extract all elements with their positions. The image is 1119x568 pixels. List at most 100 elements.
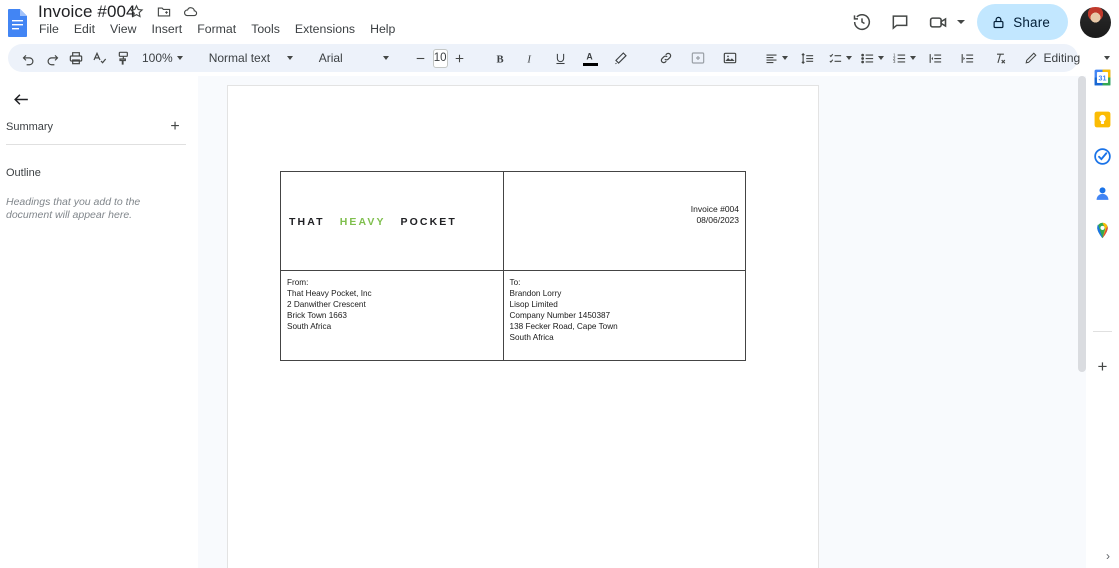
from-line-4: South Africa: [287, 321, 332, 331]
invoice-date: 08/06/2023: [696, 215, 739, 225]
chevron-down-icon: [909, 56, 916, 60]
insert-image-icon[interactable]: [718, 46, 742, 70]
chevron-down-icon[interactable]: [957, 20, 966, 24]
add-app-button[interactable]: +: [1091, 355, 1114, 378]
menu-edit[interactable]: Edit: [68, 20, 101, 38]
add-comment-icon[interactable]: [686, 46, 710, 70]
increase-font-size-button[interactable]: [448, 46, 472, 70]
invoice-meta-cell[interactable]: Invoice #004 08/06/2023: [502, 171, 747, 271]
document-title[interactable]: Invoice #004: [38, 2, 136, 22]
svg-text:A: A: [586, 52, 593, 62]
text-color-icon[interactable]: A: [579, 46, 603, 70]
font-family-value: Arial: [318, 51, 343, 65]
svg-text:31: 31: [1099, 75, 1107, 83]
google-docs-logo-icon[interactable]: [5, 8, 31, 38]
panel-divider: [6, 144, 186, 145]
pencil-icon: [1025, 52, 1037, 64]
company-logo-text: THAT HEAVY POCKET: [289, 216, 457, 228]
expand-panel-chevron-icon[interactable]: ›: [1100, 548, 1116, 564]
chevron-down-icon: [382, 56, 389, 60]
zoom-selector[interactable]: 100%: [136, 46, 189, 70]
clear-formatting-icon[interactable]: [988, 46, 1012, 70]
document-page[interactable]: THAT HEAVY POCKET Invoice #004 08/06/202…: [228, 86, 818, 568]
italic-icon[interactable]: I: [519, 46, 543, 70]
vertical-scrollbar[interactable]: [1078, 76, 1086, 568]
add-summary-button[interactable]: +: [164, 116, 186, 138]
to-address-cell[interactable]: To: Brandon Lorry Lisop Limited Company …: [502, 270, 747, 361]
font-family-selector[interactable]: Arial: [313, 46, 395, 70]
logo-word-2-accent: HEAVY: [339, 216, 386, 228]
cloud-saved-icon[interactable]: [182, 3, 199, 20]
menu-file[interactable]: File: [33, 20, 65, 38]
menu-tools[interactable]: Tools: [245, 20, 286, 38]
to-line-3: Company Number 1450387: [509, 310, 611, 320]
print-icon[interactable]: [64, 46, 88, 70]
move-to-folder-icon[interactable]: [155, 3, 172, 20]
line-spacing-icon[interactable]: [796, 46, 820, 70]
svg-text:B: B: [496, 54, 503, 65]
star-icon[interactable]: [128, 3, 145, 20]
outline-panel: Summary + Outline Headings that you add …: [0, 76, 198, 568]
summary-label: Summary: [6, 121, 54, 133]
menu-help[interactable]: Help: [364, 20, 401, 38]
underline-icon[interactable]: [549, 46, 573, 70]
from-line-1: That Heavy Pocket, Inc: [287, 288, 372, 298]
insert-link-icon[interactable]: [654, 46, 678, 70]
from-address-cell[interactable]: From: That Heavy Pocket, Inc 2 Danwither…: [280, 270, 504, 361]
google-contacts-icon[interactable]: [1091, 182, 1114, 205]
formatting-toolbar: 100% Normal text Arial 10 B I A 1 2 3 Ed…: [8, 44, 1111, 72]
menu-extensions[interactable]: Extensions: [289, 20, 361, 38]
align-icon[interactable]: [760, 46, 792, 70]
numbered-list-icon[interactable]: 123: [888, 46, 920, 70]
lock-icon: [993, 16, 1004, 28]
to-line-1: Brandon Lorry: [509, 288, 562, 298]
back-arrow-icon[interactable]: [6, 84, 36, 114]
undo-icon[interactable]: [16, 46, 40, 70]
google-calendar-icon[interactable]: 31: [1091, 66, 1114, 89]
decrease-font-size-button[interactable]: [409, 46, 433, 70]
menu-insert[interactable]: Insert: [145, 20, 188, 38]
rail-divider: [1093, 331, 1112, 332]
logo-word-3: POCKET: [400, 216, 457, 228]
title-action-icons: [128, 3, 199, 20]
share-button-label: Share: [1013, 14, 1050, 30]
checklist-icon[interactable]: [824, 46, 856, 70]
version-history-icon[interactable]: [844, 4, 880, 40]
chevron-down-icon: [286, 56, 293, 60]
document-canvas[interactable]: THAT HEAVY POCKET Invoice #004 08/06/202…: [198, 76, 1086, 568]
google-docs-window: Invoice #004 File Edit View Insert Forma…: [0, 0, 1119, 568]
meet-call-button[interactable]: [920, 4, 967, 40]
top-bar-actions: Share: [844, 0, 1111, 44]
increase-indent-icon[interactable]: [956, 46, 980, 70]
paint-format-icon[interactable]: [112, 46, 136, 70]
decrease-indent-icon[interactable]: [924, 46, 948, 70]
bulleted-list-icon[interactable]: [856, 46, 888, 70]
user-avatar[interactable]: [1080, 6, 1111, 38]
menu-format[interactable]: Format: [191, 20, 242, 38]
logo-cell[interactable]: THAT HEAVY POCKET: [280, 171, 504, 271]
highlight-color-icon[interactable]: [609, 46, 633, 70]
font-size-input[interactable]: 10: [432, 48, 448, 68]
chevron-down-icon: [781, 56, 788, 60]
to-line-4: 138 Fecker Road, Cape Town: [509, 321, 618, 331]
google-maps-icon[interactable]: [1091, 219, 1114, 242]
comment-history-icon[interactable]: [882, 4, 918, 40]
table-row: From: That Heavy Pocket, Inc 2 Danwither…: [280, 270, 747, 361]
redo-icon[interactable]: [40, 46, 64, 70]
google-tasks-icon[interactable]: [1091, 145, 1114, 168]
paragraph-style-value: Normal text: [208, 51, 271, 65]
spelling-check-icon[interactable]: [88, 46, 112, 70]
share-button[interactable]: Share: [977, 4, 1068, 40]
menu-view[interactable]: View: [104, 20, 142, 38]
to-address: To: Brandon Lorry Lisop Limited Company …: [510, 278, 745, 343]
paragraph-style-selector[interactable]: Normal text: [203, 46, 299, 70]
editing-mode-label: Editing: [1043, 51, 1081, 65]
svg-text:I: I: [526, 54, 531, 65]
google-keep-icon[interactable]: [1091, 108, 1114, 131]
video-camera-icon[interactable]: [920, 4, 956, 40]
bold-icon[interactable]: B: [489, 46, 513, 70]
invoice-table[interactable]: THAT HEAVY POCKET Invoice #004 08/06/202…: [280, 171, 747, 361]
outline-label: Outline: [6, 167, 41, 179]
summary-section-header: Summary +: [6, 116, 186, 138]
scrollbar-thumb[interactable]: [1078, 76, 1086, 372]
